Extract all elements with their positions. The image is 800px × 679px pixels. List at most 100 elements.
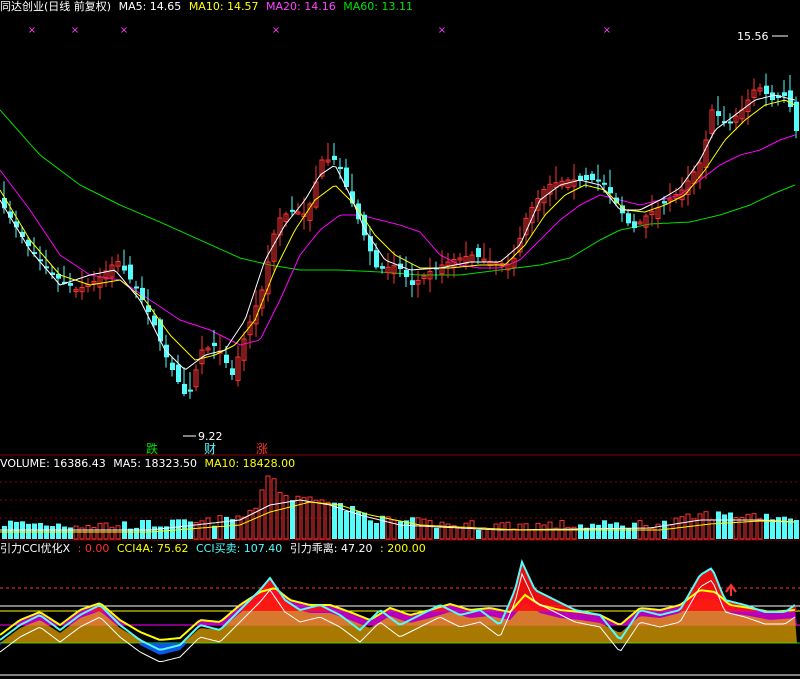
top-marker: × (272, 25, 280, 36)
stock-chart[interactable]: × × × × × × (0, 0, 800, 679)
candle (505, 253, 511, 279)
volume-bar (313, 499, 319, 540)
candle (632, 213, 637, 233)
volume-bar (205, 517, 211, 540)
volume-bar (427, 520, 433, 540)
volume-bar (632, 522, 637, 539)
volume-bar (398, 521, 403, 539)
buy-arrow-icon (725, 583, 737, 596)
cci-zero-readout: : 0.00 (77, 542, 110, 555)
candle-body (332, 155, 337, 160)
volume-bar (590, 523, 595, 539)
candle-body (590, 173, 595, 180)
candle (685, 165, 691, 206)
candle (553, 166, 559, 200)
volume-bar (212, 525, 217, 539)
volume-bar (511, 528, 517, 540)
candle (716, 96, 721, 126)
volume-bar (439, 521, 445, 540)
deviation-readout: 引力乖离: 47.20 (289, 542, 373, 555)
volume-bar (457, 527, 463, 540)
volume-bar (56, 523, 61, 539)
volume-bar (188, 521, 193, 539)
cci-200-readout: : 200.00 (380, 542, 426, 555)
candle (541, 185, 547, 216)
candle (62, 265, 67, 285)
volume-bar (614, 522, 619, 539)
candle (655, 202, 661, 229)
volume-bar (476, 529, 481, 539)
candle-body (152, 315, 157, 326)
candle-body (578, 175, 583, 180)
volume-bar (608, 523, 613, 539)
volume-bar (404, 520, 409, 539)
tag-cai[interactable]: 财 (204, 440, 216, 457)
volume-bar (517, 523, 523, 540)
candle (217, 335, 223, 366)
candlestick-series[interactable] (2, 73, 799, 399)
candle-body (602, 182, 607, 185)
candle (476, 243, 481, 264)
volume-bar (277, 491, 283, 540)
volume-header: VOLUME: 16386.43 MA5: 18323.50 MA10: 184… (0, 457, 299, 470)
candle (559, 176, 565, 190)
volume-bar (385, 516, 391, 540)
candle (368, 226, 373, 266)
vol-ma10-readout: MA10: 18428.00 (204, 457, 296, 470)
volume-bar (523, 523, 529, 540)
candle (115, 253, 121, 273)
candle (188, 372, 193, 399)
candle (332, 143, 337, 165)
top-marker: × (120, 25, 128, 36)
candle (596, 164, 601, 191)
cci4a-readout: CCI4A: 75.62 (116, 542, 189, 555)
stock-title: 同达创业(日线 前复权) (0, 0, 112, 13)
candle-body (170, 362, 175, 370)
candle (241, 331, 247, 371)
candle-body (338, 166, 343, 169)
candle-body (794, 101, 799, 131)
volume-bar (505, 521, 511, 540)
tag-die[interactable]: 跌 (146, 440, 158, 457)
volume-bar (109, 526, 115, 540)
candle (794, 96, 799, 139)
volume-bar (68, 527, 73, 539)
candle-body (626, 213, 631, 224)
volume-bar (716, 511, 721, 539)
candle (788, 74, 793, 113)
candle (259, 285, 265, 317)
candle (469, 251, 475, 268)
volume-bar (73, 525, 79, 540)
candle-body (68, 283, 73, 286)
candle (728, 113, 733, 131)
ma20-path (0, 134, 796, 346)
candle (301, 197, 307, 230)
volume-bars[interactable] (0, 475, 799, 540)
ma20-readout: MA20: 14.16 (266, 0, 336, 13)
candle (313, 165, 319, 210)
volume-bar (230, 519, 235, 539)
ma10-line (0, 100, 796, 361)
volume-bar (493, 523, 499, 540)
volume-bar (463, 522, 469, 540)
volume-bar (722, 514, 727, 539)
volume-bar (469, 520, 475, 540)
candle (290, 196, 295, 216)
cci-indicator[interactable] (0, 559, 800, 676)
tag-zhang[interactable]: 涨 (256, 440, 268, 457)
candle (73, 286, 79, 298)
volume-bar (224, 516, 229, 539)
ma5-path (0, 94, 796, 370)
candle-body (122, 265, 127, 271)
ma20-line (0, 134, 796, 346)
candle (79, 270, 85, 300)
top-markers: × × × × × × (28, 25, 611, 36)
candle (385, 253, 391, 280)
ma10-path (0, 100, 796, 361)
candle-body (134, 286, 139, 289)
top-marker: × (438, 25, 446, 36)
volume-bar (152, 526, 157, 539)
volume-bar (739, 516, 745, 540)
candle (757, 83, 763, 96)
candle-body (212, 342, 217, 346)
